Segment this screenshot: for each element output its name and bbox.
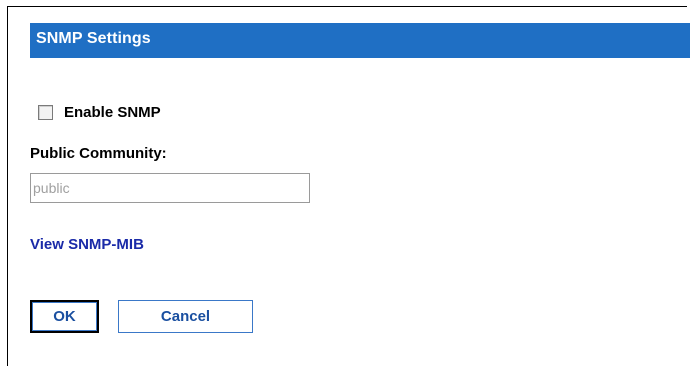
section-title: SNMP Settings: [36, 30, 151, 47]
public-community-label: Public Community:: [30, 145, 167, 162]
enable-snmp-row[interactable]: Enable SNMP: [38, 104, 161, 121]
enable-snmp-checkbox[interactable]: [38, 105, 53, 120]
ok-button[interactable]: OK: [30, 300, 99, 333]
cancel-button[interactable]: Cancel: [118, 300, 253, 333]
view-snmp-mib-link[interactable]: View SNMP-MIB: [30, 236, 144, 253]
section-header: SNMP Settings: [30, 23, 690, 58]
enable-snmp-label[interactable]: Enable SNMP: [64, 104, 161, 121]
public-community-input[interactable]: [30, 173, 310, 203]
